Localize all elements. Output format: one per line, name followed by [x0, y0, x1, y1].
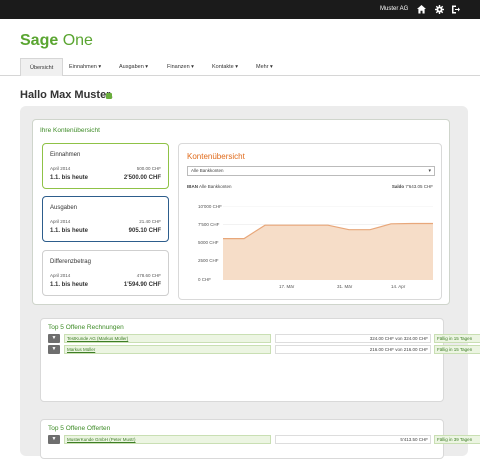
customer-link[interactable]: MusterKunde GmbH (Peter Mustr) — [64, 435, 271, 444]
y-tick-label: 10'000 CHF — [198, 204, 222, 209]
card-total-label: 1.1. bis heute — [50, 282, 89, 288]
y-tick-label: 7'500 CHF — [198, 222, 220, 227]
logout-icon[interactable] — [450, 4, 461, 15]
overview-title: Ihre Kontenübersicht — [40, 127, 100, 134]
rechnungen-title: Top 5 Offene Rechnungen — [48, 324, 124, 331]
card-title: Einnahmen — [50, 152, 81, 158]
x-tick-label: 31. Mär — [337, 284, 353, 289]
due-badge: Fällig in 15 Tagen — [434, 345, 480, 354]
saldo-info: Saldo 7'643.05 CHF — [391, 184, 433, 189]
bank-account-select[interactable]: Alle Bankkonten ▾ — [187, 166, 435, 176]
amount: 216.00 CHF von 216.00 CHF — [275, 345, 431, 354]
card-title: Ausgaben — [50, 205, 78, 211]
tab-finanzen[interactable]: Finanzen ▾ — [167, 58, 194, 76]
card-total-label: 1.1. bis heute — [50, 175, 89, 181]
ausgaben-card[interactable]: Ausgaben April 2014 21.40 CHF 1.1. bis h… — [42, 196, 169, 242]
company-name[interactable]: Muster AG — [380, 6, 408, 12]
card-title: Differenzbetrag — [50, 259, 91, 265]
customer-link[interactable]: Markus Müller — [64, 345, 271, 354]
card-period-value: 500.00 CHF — [136, 166, 161, 171]
home-icon[interactable] — [416, 4, 427, 15]
card-period: April 2014 — [50, 273, 71, 278]
offerten-title: Top 5 Offene Offerten — [48, 425, 111, 432]
sage-one-logo[interactable]: Sage One — [20, 32, 93, 50]
differenzbetrag-card[interactable]: Differenzbetrag April 2014 478.60 CHF 1.… — [42, 250, 169, 296]
due-badge: Fällig in 39 Tagen — [434, 435, 480, 444]
gear-icon[interactable] — [434, 4, 445, 15]
card-period: April 2014 — [50, 166, 71, 171]
invoice-icon[interactable]: ▼ — [48, 334, 60, 343]
edit-icon[interactable] — [106, 93, 112, 99]
chevron-down-icon: ▾ — [428, 168, 431, 174]
card-period-value: 21.40 CHF — [139, 219, 161, 224]
konten-chart-box: Kontenübersicht Alle Bankkonten ▾ IBAN A… — [178, 143, 442, 300]
y-tick-label: 0 CHF — [198, 277, 212, 282]
x-tick-label: 14. Apr — [391, 284, 406, 289]
card-total-value: 2'500.00 CHF — [123, 175, 161, 181]
tab-einnahmen[interactable]: Einnahmen ▾ — [69, 58, 101, 76]
x-tick-label: 17. Mär — [279, 284, 295, 289]
card-total-label: 1.1. bis heute — [50, 228, 89, 234]
offene-offerten-panel: Top 5 Offene Offerten ▼ MusterKunde GmbH… — [40, 419, 480, 459]
card-period-value: 478.60 CHF — [136, 273, 161, 278]
card-total-value: 1'594.90 CHF — [123, 282, 161, 288]
balance-chart — [223, 206, 433, 280]
offer-icon[interactable]: ▼ — [48, 435, 60, 444]
customer-link[interactable]: TestKunde AG (Markus Müller) — [64, 334, 271, 343]
due-badge: Fällig in 15 Tagen — [434, 334, 480, 343]
tab-mehr[interactable]: Mehr ▾ — [256, 58, 273, 76]
amount: 324.00 CHF von 324.00 CHF — [275, 334, 431, 343]
konten-title: Kontenübersicht — [187, 152, 245, 161]
invoice-icon[interactable]: ▼ — [48, 345, 60, 354]
greeting: Hallo Max Muster. — [20, 89, 113, 101]
offene-rechnungen-panel: Top 5 Offene Rechnungen ▼ TestKunde AG (… — [40, 318, 480, 402]
amount: 5'413.50 CHF — [275, 435, 431, 444]
tab-kontakte[interactable]: Kontakte ▾ — [212, 58, 238, 76]
y-tick-label: 5000 CHF — [198, 240, 219, 245]
tab-ausgaben[interactable]: Ausgaben ▾ — [119, 58, 148, 76]
top-bar: Muster AG — [0, 0, 480, 19]
iban-info: IBAN Alle Bankkonten — [187, 184, 232, 189]
card-total-value: 905.10 CHF — [128, 228, 161, 234]
y-tick-label: 2500 CHF — [198, 258, 219, 263]
einnahmen-card[interactable]: Einnahmen April 2014 500.00 CHF 1.1. bis… — [42, 143, 169, 189]
main-nav: Übersicht Einnahmen ▾ Ausgaben ▾ Finanze… — [0, 58, 480, 76]
tab-uebersicht[interactable]: Übersicht — [20, 58, 64, 76]
card-period: April 2014 — [50, 219, 71, 224]
